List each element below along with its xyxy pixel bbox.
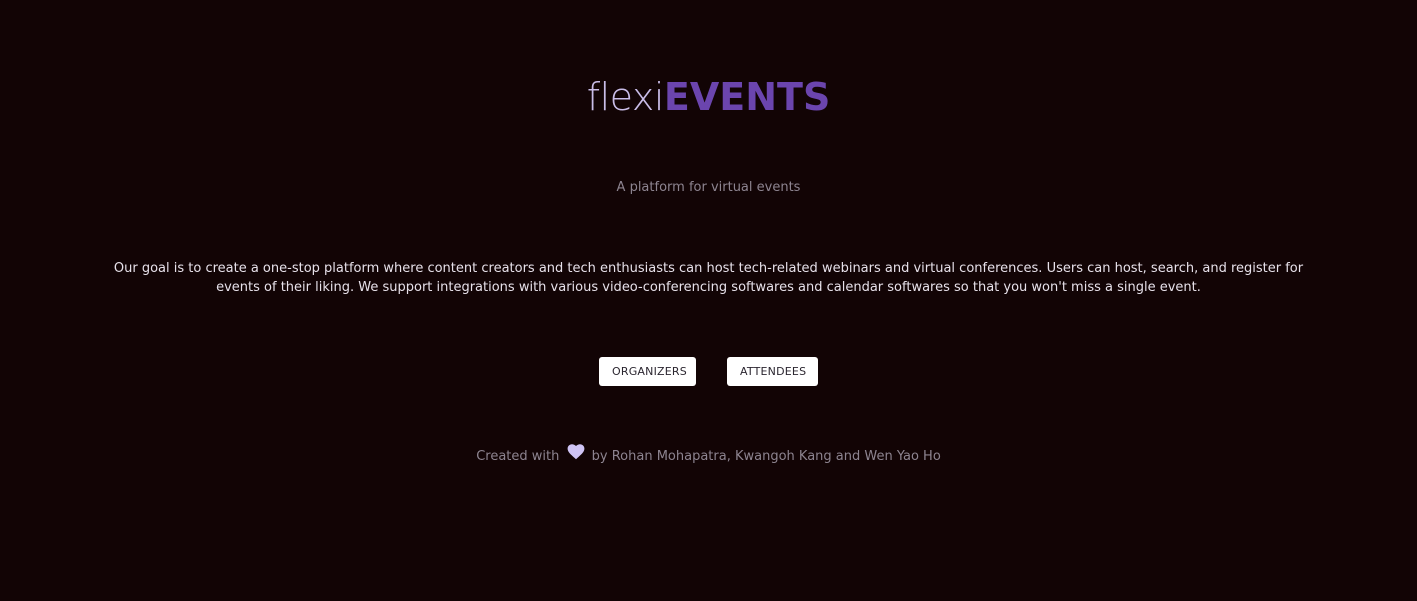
brand-logo: flexiEVENTS: [0, 74, 1417, 120]
tagline: A platform for virtual events: [616, 180, 801, 195]
brand-logo-bold: EVENTS: [663, 75, 831, 119]
landing-page: flexiEVENTS A platform for virtual event…: [0, 0, 1417, 601]
brand-logo-light: flexi: [586, 75, 665, 119]
attendees-button[interactable]: ATTENDEES: [727, 357, 818, 386]
organizers-button[interactable]: ORGANIZERS: [599, 357, 696, 386]
footer: Created with by Rohan Mohapatra, Kwangoh…: [0, 444, 1417, 466]
heart-icon: [567, 444, 585, 466]
role-buttons: ORGANIZERS ATTENDEES: [0, 357, 1417, 386]
footer-prefix: Created with: [476, 449, 560, 464]
description-text: Our goal is to create a one-stop platfor…: [113, 261, 1304, 295]
footer-credits: by Rohan Mohapatra, Kwangoh Kang and Wen…: [591, 449, 941, 464]
